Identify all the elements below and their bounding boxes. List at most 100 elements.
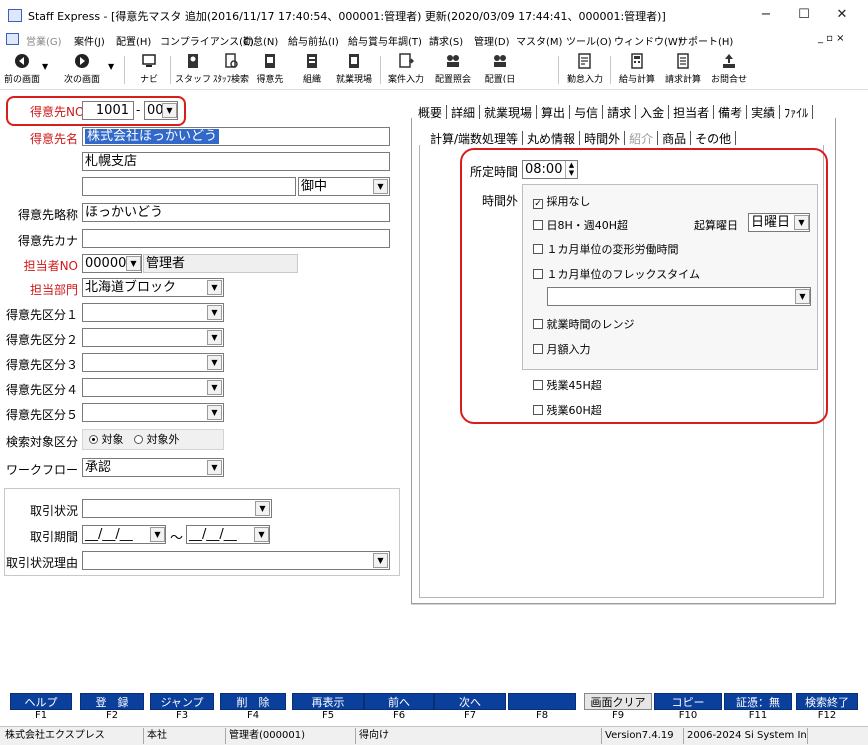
class2-select[interactable] [82,328,224,347]
chevron-down-icon[interactable]: ▼ [207,380,222,395]
trade-status-select[interactable] [82,499,272,518]
job-entry-button[interactable]: 案件入力 [384,50,428,89]
chevron-down-icon[interactable]: ▼ [373,179,388,194]
tab-detail[interactable]: 詳細 [451,106,475,120]
organization-button[interactable]: 組織 [292,50,332,89]
staff-search-button[interactable]: ｽﾀｯﾌ検索 [212,50,250,89]
class4-select[interactable] [82,378,224,397]
time-spinner-icon[interactable]: ▲ ▼ [565,161,577,178]
refresh-button[interactable]: 再表示 [292,693,364,710]
radio-non-target[interactable] [134,435,143,444]
tab-file[interactable]: ﾌｧｲﾙ [784,106,808,120]
tab-billing[interactable]: 請求 [607,106,631,120]
copy-button[interactable]: コピー [654,693,722,710]
menu-advance-pay[interactable]: 給与前払(I) [288,33,339,48]
inquiry-button[interactable]: お問合せ [706,50,752,89]
class3-select[interactable] [82,353,224,372]
tab-summary[interactable]: 概要 [418,106,442,120]
chevron-down-icon[interactable]: ▼ [795,289,810,304]
menu-support[interactable]: サポート(H) [678,33,733,48]
class5-select[interactable] [82,403,224,422]
chevron-down-icon[interactable]: ▼ [254,527,269,542]
workflow-select[interactable]: 承認 [82,458,224,477]
opt-monthly-amount[interactable]: 月額入力 [533,341,591,357]
menu-payroll[interactable]: 給与賞与年調(T) [348,33,422,48]
jump-button[interactable]: ジャンプ [150,693,214,710]
chevron-down-icon[interactable]: ▼ [150,527,165,542]
customer-code-input[interactable]: 1001 [82,101,134,120]
payroll-calc-button[interactable]: 給与計算 [614,50,660,89]
worksite-button[interactable]: 就業現場 [332,50,376,89]
menu-sales[interactable]: 営業(G) [26,33,62,48]
menu-admin[interactable]: 管理(D) [474,33,510,48]
opt-work-range[interactable]: 就業時間のレンジ [533,316,635,332]
tab-staff[interactable]: 担当者 [673,106,709,120]
short-name-input[interactable]: ほっかいどう [82,203,390,222]
menu-tools[interactable]: ツール(O) [566,33,612,48]
menu-billing[interactable]: 請求(S) [429,33,463,48]
tab-rounding-calc[interactable]: 計算/端数処理等 [430,132,518,146]
staff-button[interactable]: スタッフ [174,50,212,89]
tab-referral[interactable]: 紹介 [629,132,653,146]
customer-name2-input[interactable]: 札幌支店 [82,152,390,171]
chevron-down-icon[interactable]: ▼ [373,553,388,568]
menu-window[interactable]: ウィンドウ(W) [614,33,682,48]
back-dropdown-icon[interactable]: ▼ [42,62,48,71]
mdi-controls[interactable]: _ ▫ × [818,33,845,44]
class1-select[interactable] [82,303,224,322]
clear-screen-button[interactable]: 画面クリア [584,693,652,710]
chevron-down-icon[interactable]: ▼ [126,256,141,271]
tab-payment[interactable]: 入金 [640,106,664,120]
tab-notes[interactable]: 備考 [718,106,742,120]
tab-worksite[interactable]: 就業現場 [484,106,532,120]
forward-dropdown-icon[interactable]: ▼ [108,62,114,71]
close-button[interactable]: ✕ [822,4,862,26]
menu-jobs[interactable]: 案件(J) [74,33,105,48]
opt-flex[interactable]: １カ月単位のフレックスタイム [533,266,700,282]
help-button[interactable]: ヘルプ [10,693,72,710]
menu-assign[interactable]: 配置(H) [116,33,151,48]
tab-overtime[interactable]: 時間外 [584,132,620,146]
chevron-down-icon[interactable]: ▼ [207,355,222,370]
flex-select[interactable] [547,287,811,306]
opt-none[interactable]: ✓ 採用なし [533,193,591,209]
prev-button[interactable]: 前へ [364,693,434,710]
maximize-button[interactable]: ☐ [784,4,824,26]
register-button[interactable]: 登 録 [80,693,144,710]
chevron-down-icon[interactable]: ▼ [207,460,222,475]
chevron-down-icon[interactable]: ▼ [794,215,809,230]
billing-calc-button[interactable]: 請求計算 [660,50,706,89]
menu-compliance[interactable]: コンプライアンス(C) [160,33,254,48]
f8-button[interactable] [508,693,576,710]
menu-master[interactable]: マスタ(M) [516,33,562,48]
chevron-down-icon[interactable]: ▼ [255,501,270,516]
address-extra-input[interactable] [82,177,296,196]
navi-button[interactable]: ナビ [134,50,164,89]
back-button[interactable]: 前の画面 [2,50,42,89]
chevron-down-icon[interactable]: ▼ [207,280,222,295]
mdi-window-icon[interactable] [6,33,19,45]
tab-results[interactable]: 実績 [751,106,775,120]
tab-rounding-info[interactable]: 丸め情報 [527,132,575,146]
attendance-entry-button[interactable]: 勤怠入力 [562,50,608,89]
opt-8h-40h[interactable]: 日8H・週40H超 [533,217,628,233]
next-button[interactable]: 次へ [434,693,506,710]
end-search-button[interactable]: 検索終了 [796,693,858,710]
department-select[interactable]: 北海道ブロック [82,278,224,297]
minimize-button[interactable]: − [746,4,786,26]
forward-button[interactable]: 次の画面 [60,50,104,89]
tab-products[interactable]: 商品 [662,132,686,146]
tab-credit[interactable]: 与信 [574,106,598,120]
assignment-inquiry-button[interactable]: 配置照会 [430,50,476,89]
chevron-down-icon[interactable]: ▼ [207,405,222,420]
customer-button[interactable]: 得意先 [250,50,290,89]
chevron-down-icon[interactable]: ▼ [207,305,222,320]
radio-target[interactable] [89,435,98,444]
trade-reason-select[interactable] [82,551,390,570]
evidence-button[interactable]: 証憑：無 [724,693,792,710]
chevron-down-icon[interactable]: ▼ [162,103,177,118]
opt-monthly-variable[interactable]: １カ月単位の変形労働時間 [533,241,679,257]
chevron-down-icon[interactable]: ▼ [207,330,222,345]
customer-name-input[interactable]: 株式会社ほっかいどう [82,127,390,146]
tab-other[interactable]: その他 [695,132,731,146]
